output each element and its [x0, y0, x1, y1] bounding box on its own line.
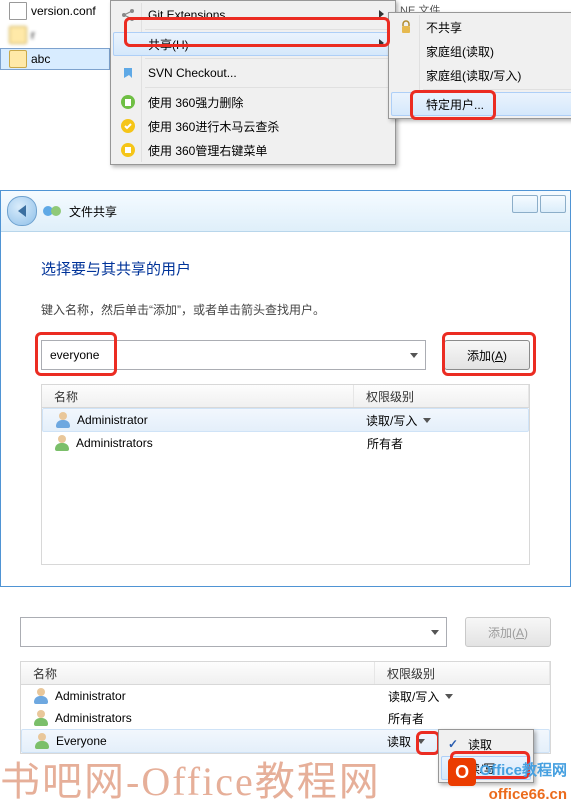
btn-label: 添加(A) — [488, 624, 528, 641]
column-name[interactable]: 名称 — [21, 662, 375, 684]
office-logo-icon: O — [448, 758, 476, 786]
submenu-item-homegroup-read[interactable]: 家庭组(读取) — [391, 39, 571, 63]
menu-label: Git Extensions — [148, 8, 225, 22]
delete-icon — [120, 94, 136, 110]
btn-label: 添加(A) — [467, 347, 507, 364]
cell-perm: 读取 — [387, 733, 411, 750]
dialog-hint: 键入名称，然后单击“添加”，或者单击箭头查找用户。 — [41, 301, 530, 318]
user-combobox[interactable] — [41, 340, 426, 370]
add-button[interactable]: 添加(A) — [444, 340, 530, 370]
menu-item-360-contextmgr[interactable]: 使用 360管理右键菜单 — [113, 138, 393, 162]
menu-label: 使用 360进行木马云查杀 — [148, 118, 279, 135]
tree-item-folder[interactable]: r — [0, 24, 110, 46]
chevron-down-icon — [431, 630, 439, 635]
group-icon — [54, 435, 70, 451]
cell-name: Everyone — [56, 734, 107, 748]
user-icon — [33, 688, 49, 704]
dropdown-button[interactable] — [426, 620, 444, 644]
table-row[interactable]: Administrator 读取/写入 — [42, 408, 529, 432]
chevron-down-icon[interactable] — [445, 694, 453, 699]
chevron-down-icon[interactable] — [423, 418, 431, 423]
users-table: 名称 权限级别 Administrator 读取/写入 Administrato… — [41, 384, 530, 565]
cell-perm: 所有者 — [367, 435, 403, 452]
check-icon: ✓ — [448, 737, 458, 751]
scan-icon — [120, 118, 136, 134]
option-label: 读取 — [468, 736, 492, 753]
back-button[interactable] — [7, 196, 37, 226]
cell-name: Administrators — [76, 436, 153, 450]
add-button-disabled: 添加(A) — [465, 617, 551, 647]
group-icon — [34, 733, 50, 749]
group-icon — [33, 710, 49, 726]
column-permission[interactable]: 权限级别 — [354, 385, 529, 407]
menu-label: 共享(H) — [148, 36, 189, 53]
cell-perm: 读取/写入 — [366, 412, 417, 429]
tree-label: abc — [31, 52, 50, 66]
share-submenu: 不共享 家庭组(读取) 家庭组(读取/写入) 特定用户... — [388, 12, 571, 119]
tree-item-selected[interactable]: abc — [0, 48, 110, 70]
table-row[interactable]: Administrators 所有者 — [21, 707, 550, 729]
minimize-button[interactable] — [512, 195, 538, 213]
manage-icon — [120, 142, 136, 158]
tree-item-file[interactable]: version.conf — [0, 0, 110, 22]
tree-label: r — [31, 28, 35, 42]
svn-icon — [120, 65, 136, 81]
user-input[interactable] — [48, 347, 419, 363]
file-icon — [9, 2, 27, 20]
chevron-down-icon[interactable] — [417, 739, 425, 744]
menu-item-git-extensions[interactable]: Git Extensions — [113, 3, 393, 27]
chevron-down-icon — [410, 353, 418, 358]
brand-line1: Office教程网 — [479, 762, 567, 779]
people-icon — [43, 203, 63, 219]
menu-label: 家庭组(读取/写入) — [426, 67, 521, 84]
submenu-item-specific-user[interactable]: 特定用户... — [391, 92, 571, 116]
dialog-titlebar: 文件共享 — [1, 191, 570, 232]
lock-icon — [398, 19, 414, 35]
submenu-item-homegroup-readwrite[interactable]: 家庭组(读取/写入) — [391, 63, 571, 87]
cell-name: Administrator — [55, 689, 126, 703]
brand-line2: office66.cn — [448, 786, 567, 803]
submenu-arrow-icon — [379, 10, 384, 18]
dropdown-button[interactable] — [405, 343, 423, 367]
menu-item-svn-checkout[interactable]: SVN Checkout... — [113, 61, 393, 85]
folder-icon — [9, 50, 27, 68]
menu-label: SVN Checkout... — [148, 66, 237, 80]
file-share-dialog: 文件共享 选择要与其共享的用户 键入名称，然后单击“添加”，或者单击箭头查找用户… — [0, 190, 571, 587]
menu-label: 不共享 — [426, 19, 462, 36]
table-row-empty — [42, 454, 529, 564]
folder-tree: version.conf r abc — [0, 0, 110, 72]
menu-label: 使用 360管理右键菜单 — [148, 142, 267, 159]
brand-logo: O Office教程网 office66.cn — [448, 758, 567, 803]
cell-name: Administrator — [77, 413, 148, 427]
menu-label: 使用 360强力删除 — [148, 94, 243, 111]
submenu-item-no-share[interactable]: 不共享 — [391, 15, 571, 39]
menu-item-360-delete[interactable]: 使用 360强力删除 — [113, 90, 393, 114]
submenu-arrow-icon — [379, 39, 384, 47]
menu-label: 特定用户... — [426, 96, 484, 113]
maximize-button[interactable] — [540, 195, 566, 213]
perm-option-read[interactable]: ✓ 读取 — [441, 732, 531, 756]
menu-label: 家庭组(读取) — [426, 43, 494, 60]
arrow-left-icon — [18, 205, 26, 217]
column-permission[interactable]: 权限级别 — [375, 662, 550, 684]
cell-name: Administrators — [55, 711, 132, 725]
git-icon — [120, 7, 136, 23]
menu-item-share[interactable]: 共享(H) — [113, 32, 393, 56]
dialog-title: 文件共享 — [69, 203, 117, 220]
user-input[interactable] — [27, 624, 440, 640]
cell-perm: 读取/写入 — [388, 688, 439, 705]
cell-perm: 所有者 — [388, 710, 424, 727]
user-combobox[interactable] — [20, 617, 447, 647]
column-name[interactable]: 名称 — [42, 385, 354, 407]
user-icon — [55, 412, 71, 428]
table-row[interactable]: Administrator 读取/写入 — [21, 685, 550, 707]
context-menu: Git Extensions 共享(H) SVN Checkout... 使用 … — [110, 0, 396, 165]
folder-icon — [9, 26, 27, 44]
menu-item-360-scan[interactable]: 使用 360进行木马云查杀 — [113, 114, 393, 138]
dialog-heading: 选择要与其共享的用户 — [41, 258, 530, 279]
tree-label: version.conf — [31, 4, 96, 18]
table-row[interactable]: Administrators 所有者 — [42, 432, 529, 454]
